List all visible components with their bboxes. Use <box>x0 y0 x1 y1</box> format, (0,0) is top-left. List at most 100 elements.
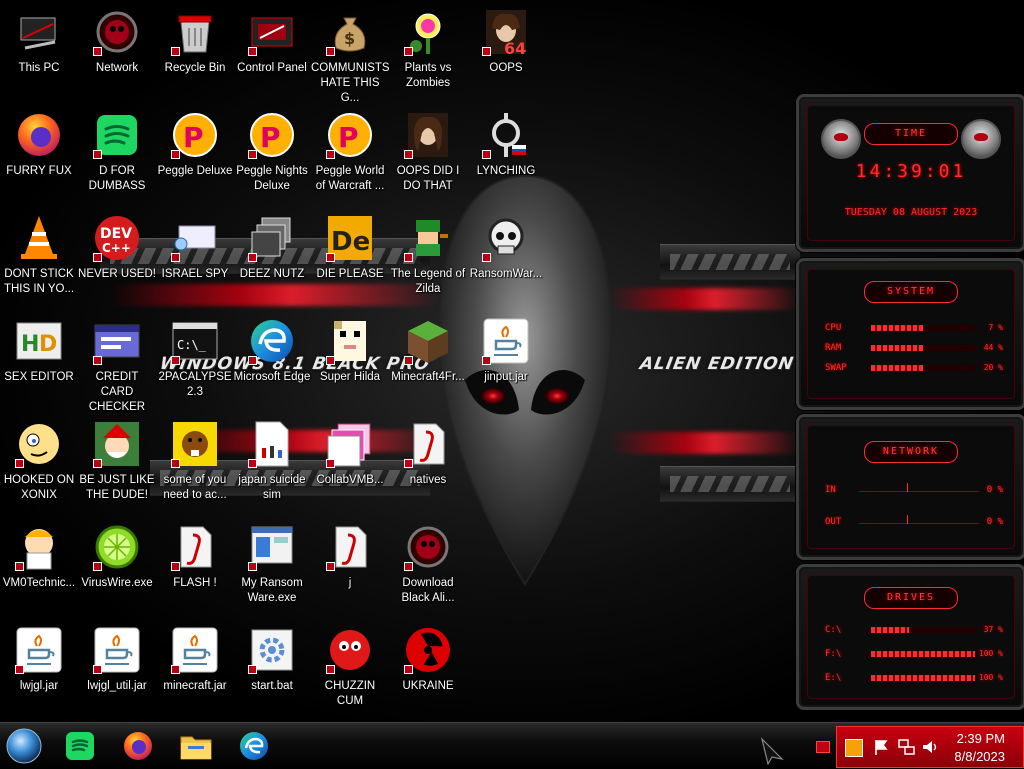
desktop-icon[interactable]: ISRAEL SPY <box>156 214 234 282</box>
desktop-icon-label: Microsoft Edge <box>233 371 311 383</box>
desktop-icon[interactable]: FURRY FUX <box>0 111 78 179</box>
desktop-icon[interactable]: VirusWire.exe <box>78 523 156 591</box>
svg-text:64: 64 <box>504 39 526 56</box>
system-value: 20 % <box>983 363 1003 372</box>
network-icon[interactable] <box>897 738 915 756</box>
desktop-icon[interactable]: j <box>311 523 389 591</box>
gadget-date: TUESDAY 08 AUGUST 2023 <box>844 207 978 218</box>
cartoon-scientist-icon <box>15 523 63 571</box>
desktop-icon[interactable]: OOPS DID I DO THAT <box>389 111 467 194</box>
desktop-icon[interactable]: RansomWar... <box>467 214 545 282</box>
desktop-icon-label: DEEZ NUTZ <box>239 268 305 280</box>
blank-document-icon <box>248 420 296 468</box>
desktop-icon[interactable]: This PC <box>0 8 78 76</box>
taskbar-clock-date[interactable]: 8/8/2023 <box>954 749 1005 764</box>
desktop-icon[interactable]: Microsoft Edge <box>233 317 311 385</box>
desktop-icon-label: Network <box>95 62 139 74</box>
desktop-icon[interactable]: Network <box>78 8 156 76</box>
desktop-icon[interactable]: CREDIT CARD CHECKER <box>78 317 156 415</box>
desktop-icon[interactable]: minecraft.jar <box>156 626 234 694</box>
alienware-network-icon <box>93 8 141 56</box>
desktop-icon-label: This PC <box>18 62 60 74</box>
svg-text:P: P <box>260 121 281 154</box>
firefox-icon <box>15 111 63 159</box>
desktop-icon[interactable]: BE JUST LIKE THE DUDE! <box>78 420 156 503</box>
shortcut-arrow-icon <box>248 459 257 468</box>
desktop-icon[interactable]: DONT STICK THIS IN YO... <box>0 214 78 297</box>
desktop-icon[interactable]: start.bat <box>233 626 311 694</box>
desktop-icon-label: The Legend of Zilda <box>390 268 466 295</box>
desktop-icon[interactable]: P Peggle Deluxe <box>156 111 234 179</box>
desktop-icon[interactable]: H D SEX EDITOR <box>0 317 78 385</box>
cartoon-character-icon <box>15 420 63 468</box>
desktop-icon[interactable]: LYNCHING <box>467 111 545 179</box>
drives-label: C:\ <box>825 625 842 635</box>
vlc-cone-icon <box>15 214 63 262</box>
desktop-icon[interactable]: natives <box>389 420 467 488</box>
peggle-icon: P <box>171 111 219 159</box>
desktop-icon-label: VirusWire.exe <box>81 577 153 589</box>
desktop-icon-label: COMMUNISTS HATE THIS G... <box>311 62 390 104</box>
volume-icon[interactable] <box>921 738 939 756</box>
shortcut-arrow-icon <box>93 356 102 365</box>
action-center-flag-icon[interactable] <box>873 738 889 756</box>
desktop-icon-label: j <box>348 577 352 589</box>
shortcut-arrow-icon <box>171 47 180 56</box>
taskbar-edge-button[interactable] <box>236 728 272 764</box>
desktop-icon[interactable]: C:\_ 2PACALYPSE 2.3 <box>156 317 234 400</box>
desktop-icon[interactable]: Control Panel <box>233 8 311 76</box>
desktop-icon[interactable]: Minecraft4Fr... <box>389 317 467 385</box>
wallpaper-red-glow <box>610 288 800 310</box>
shortcut-arrow-icon <box>93 150 102 159</box>
desktop-icon[interactable]: jinput.jar <box>467 317 545 385</box>
desktop-icon[interactable]: D FOR DUMBASS <box>78 111 156 194</box>
desktop-icon[interactable]: VM0Technic... <box>0 523 78 591</box>
taskbar-spotify-button[interactable] <box>62 728 98 764</box>
desktop-icon[interactable]: lwjgl.jar <box>0 626 78 694</box>
desktop-icon-label: FURRY FUX <box>6 165 72 177</box>
start-button[interactable] <box>6 728 42 764</box>
tray-app-icon[interactable] <box>845 739 863 757</box>
shortcut-arrow-icon <box>15 665 24 674</box>
flash-file-icon <box>171 523 219 571</box>
java-jar-icon <box>93 626 141 674</box>
desktop-icon[interactable]: Super Hilda <box>311 317 389 385</box>
shortcut-arrow-icon <box>171 459 180 468</box>
system-bar <box>871 345 975 351</box>
desktop-icon-label: natives <box>409 474 447 486</box>
desktop-icon[interactable]: 64 OOPS <box>467 8 545 76</box>
chuzzle-icon <box>326 626 374 674</box>
desktop-icon[interactable]: some of you need to ac... <box>156 420 234 503</box>
desktop-icon[interactable]: FLASH ! <box>156 523 234 591</box>
taskbar-clock-time[interactable]: 2:39 PM <box>957 731 1005 746</box>
firefox-icon <box>124 732 152 760</box>
shortcut-arrow-icon <box>404 459 413 468</box>
taskbar-firefox-button[interactable] <box>120 728 156 764</box>
desktop-icon[interactable]: De DIE PLEASE <box>311 214 389 282</box>
desktop-icon[interactable]: HOOKED ON XONIX <box>0 420 78 503</box>
desktop-icon[interactable]: DEEZ NUTZ <box>233 214 311 282</box>
desktop-icon[interactable]: $ COMMUNISTS HATE THIS G... <box>311 8 390 106</box>
desktop-icon[interactable]: CollabVMB... <box>311 420 389 488</box>
desktop-icon[interactable]: The Legend of Zilda <box>389 214 467 297</box>
desktop-icon[interactable]: Plants vs Zombies <box>389 8 467 91</box>
desktop-icon[interactable]: japan suicide sim <box>233 420 311 503</box>
desktop-icon[interactable]: lwjgl_util.jar <box>78 626 156 694</box>
shortcut-arrow-icon <box>93 253 102 262</box>
taskbar-explorer-button[interactable] <box>178 728 214 764</box>
desktop-icon[interactable]: DEV C++ NEVER USED! <box>78 214 156 282</box>
shortcut-arrow-icon <box>248 562 257 571</box>
desktop-icon[interactable]: My Ransom Ware.exe <box>233 523 311 606</box>
desktop-icon-label: OOPS DID I DO THAT <box>396 165 460 192</box>
shortcut-arrow-icon <box>482 150 491 159</box>
desktop-icon[interactable]: Download Black Ali... <box>389 523 467 606</box>
desktop-icon-label: CHUZZIN CUM <box>324 680 376 707</box>
desktop-icon[interactable]: P Peggle World of Warcraft ... <box>311 111 389 194</box>
desktop-icon[interactable]: P Peggle Nights Deluxe <box>233 111 311 194</box>
shortcut-arrow-icon <box>171 665 180 674</box>
desktop-icon[interactable]: Recycle Bin <box>156 8 234 76</box>
show-hidden-icons-button[interactable] <box>816 741 830 753</box>
desktop-icon[interactable]: CHUZZIN CUM <box>311 626 389 709</box>
desktop-icon-label: Download Black Ali... <box>401 577 455 604</box>
desktop-icon[interactable]: UKRAINE <box>389 626 467 694</box>
